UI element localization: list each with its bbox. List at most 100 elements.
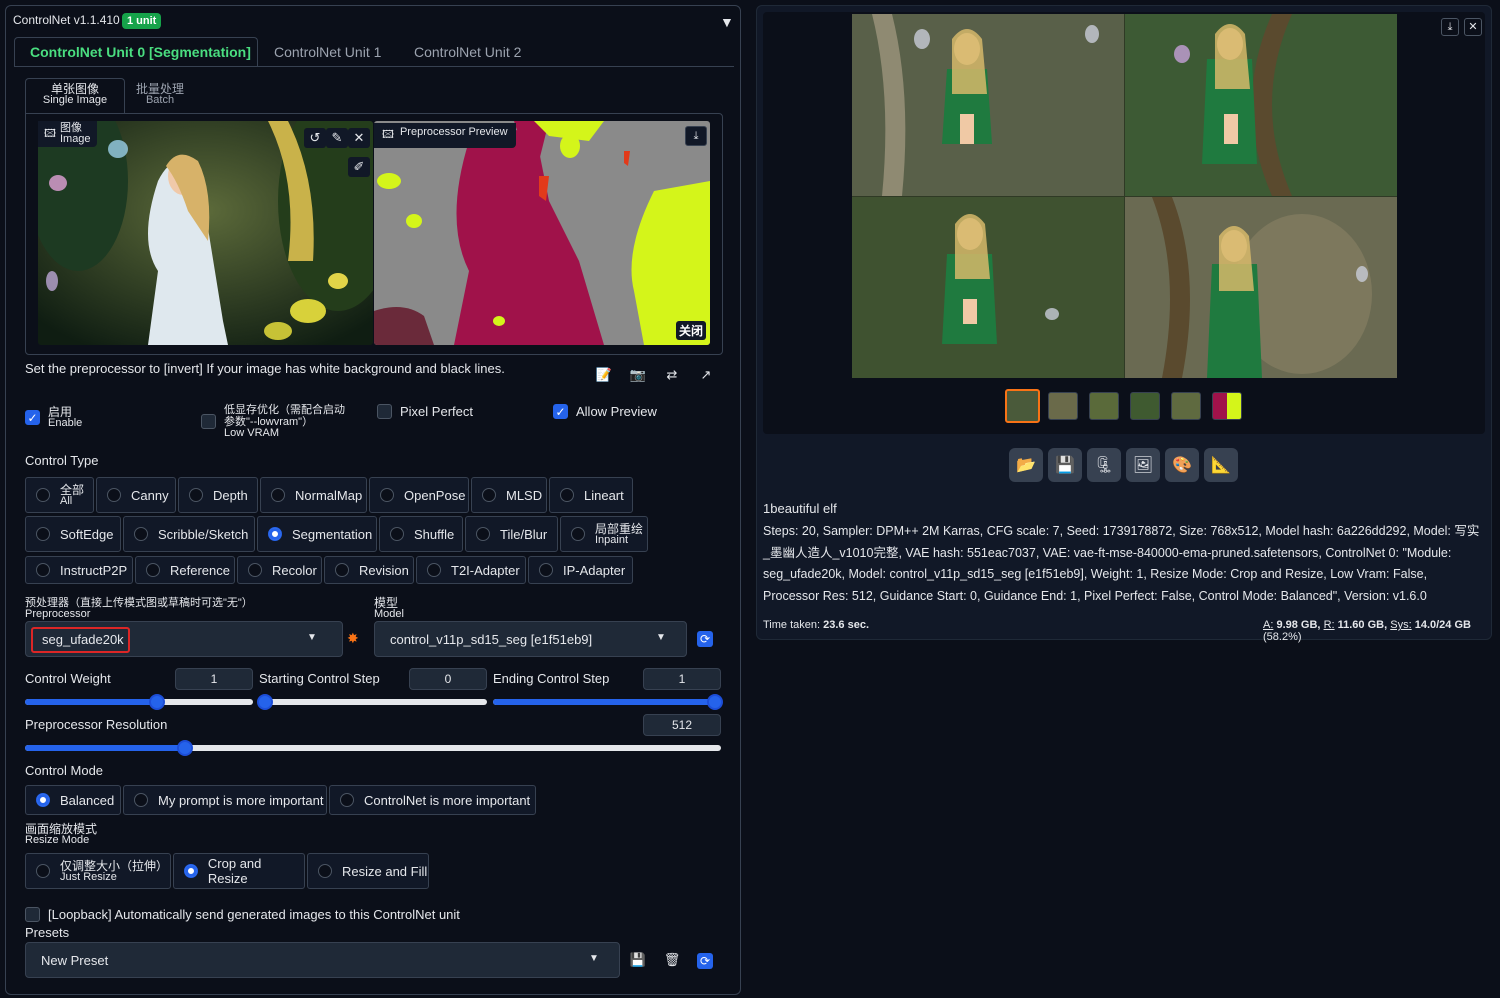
camera-icon[interactable]: 📷: [627, 365, 649, 385]
control-type-normalmap[interactable]: NormalMap: [260, 477, 367, 513]
lowvram-checkbox[interactable]: 低显存优化（需配合启动参数"--lowvram"） Low VRAM: [201, 404, 354, 439]
run-preprocessor-icon[interactable]: ✸: [347, 630, 359, 647]
scribble-label: Scribble/Sketch: [158, 526, 249, 542]
control-mode-balanced[interactable]: Balanced: [25, 785, 121, 815]
subtab-single-image[interactable]: 单张图像 Single Image: [25, 78, 125, 114]
resize-mode-crop[interactable]: Crop and Resize: [173, 853, 305, 889]
chevron-down-icon: ▼: [307, 632, 317, 643]
clear-image-icon[interactable]: ✕: [348, 128, 370, 148]
model-dropdown[interactable]: control_v11p_sd15_seg [e1f51eb9] ▼: [374, 621, 687, 657]
control-type-canny[interactable]: Canny: [96, 477, 176, 513]
starting-step-slider[interactable]: [257, 694, 487, 710]
control-type-lineart[interactable]: Lineart: [549, 477, 633, 513]
preprocessor-dropdown[interactable]: seg_ufade20k ▼: [25, 621, 343, 657]
enable-en: Enable: [48, 417, 83, 429]
save-preset-icon[interactable]: 💾: [627, 950, 649, 970]
pixel-perfect-checkbox[interactable]: Pixel Perfect: [377, 404, 473, 419]
preproc-res-slider[interactable]: [25, 740, 721, 756]
subtab-batch[interactable]: 批量处理 Batch: [136, 83, 184, 106]
image-icon: 🖾: [382, 129, 394, 141]
control-type-ip-adapter[interactable]: IP-Adapter: [528, 556, 633, 584]
notes-icon[interactable]: 📝: [593, 365, 615, 385]
thumbnail-2[interactable]: [1048, 392, 1078, 420]
rotate-icon[interactable]: ↺: [304, 128, 326, 148]
ending-step-input[interactable]: 1: [643, 668, 721, 690]
tab-unit-1[interactable]: ControlNet Unit 1: [274, 44, 381, 60]
control-type-mlsd[interactable]: MLSD: [471, 477, 547, 513]
send-dimensions-icon[interactable]: ↗: [695, 365, 717, 385]
download-icon[interactable]: ⤓: [1441, 18, 1459, 36]
enable-checkbox[interactable]: ✓ 启用 Enable: [25, 406, 82, 429]
control-mode-controlnet[interactable]: ControlNet is more important: [329, 785, 536, 815]
thumbnail-6[interactable]: [1212, 392, 1242, 420]
collapse-arrow-icon[interactable]: ▼: [720, 14, 734, 30]
preprocessor-en: Preprocessor: [25, 608, 91, 620]
send-to-inpaint-icon[interactable]: 🎨: [1165, 448, 1199, 482]
save-icon[interactable]: 💾: [1048, 448, 1082, 482]
starting-step-input[interactable]: 0: [409, 668, 487, 690]
check-icon: ✓: [553, 404, 568, 419]
thumbnail-5[interactable]: [1171, 392, 1201, 420]
control-type-inpaint[interactable]: 局部重绘 Inpaint: [560, 516, 648, 552]
preprocessor-preview-canvas: [374, 121, 710, 345]
control-type-shuffle[interactable]: Shuffle: [379, 516, 463, 552]
brush-icon[interactable]: ✐: [348, 157, 370, 177]
control-type-softedge[interactable]: SoftEdge: [25, 516, 121, 552]
send-to-extras-icon[interactable]: 📐: [1204, 448, 1238, 482]
control-mode-prompt[interactable]: My prompt is more important: [123, 785, 327, 815]
thumbnail-4[interactable]: [1130, 392, 1160, 420]
control-weight-input[interactable]: 1: [175, 668, 253, 690]
thumbnail-1[interactable]: [1005, 389, 1040, 423]
preprocessor-value: seg_ufade20k: [42, 632, 124, 647]
delete-preset-icon[interactable]: 🗑: [661, 950, 683, 970]
edit-icon[interactable]: ✎: [326, 128, 348, 148]
model-label: 模型 Model: [374, 597, 404, 620]
control-type-all[interactable]: 全部 All: [25, 477, 94, 513]
resize-mode-just-resize[interactable]: 仅调整大小（拉伸） Just Resize: [25, 853, 171, 889]
resize-mode-fill[interactable]: Resize and Fill: [307, 853, 429, 889]
just-resize-zh: 仅调整大小（拉伸）: [60, 858, 169, 873]
just-resize-en: Just Resize: [60, 870, 117, 883]
swap-icon[interactable]: ⇄: [661, 365, 683, 385]
inpaint-en: Inpaint: [595, 533, 629, 546]
send-to-img2img-icon[interactable]: 🖼: [1126, 448, 1160, 482]
tab-unit-0[interactable]: ControlNet Unit 0 [Segmentation]: [14, 37, 258, 67]
prompt-text: 1beautiful elf: [763, 501, 837, 516]
control-type-depth[interactable]: Depth: [178, 477, 258, 513]
input-image-canvas[interactable]: [38, 121, 373, 345]
control-type-t2i-adapter[interactable]: T2I-Adapter: [416, 556, 526, 584]
control-type-tile[interactable]: Tile/Blur: [465, 516, 558, 552]
refresh-models-icon[interactable]: ⟳: [697, 631, 713, 647]
preproc-res-input[interactable]: 512: [643, 714, 721, 736]
zip-icon[interactable]: 🗜: [1087, 448, 1121, 482]
slider-handle[interactable]: [149, 694, 166, 710]
recolor-label: Recolor: [272, 562, 317, 578]
control-type-scribble[interactable]: Scribble/Sketch: [123, 516, 255, 552]
allow-preview-checkbox[interactable]: ✓ Allow Preview: [553, 404, 657, 419]
ending-step-slider[interactable]: [493, 694, 723, 710]
control-type-openpose[interactable]: OpenPose: [369, 477, 469, 513]
open-folder-icon[interactable]: 📂: [1009, 448, 1043, 482]
subtab-single-en: Single Image: [42, 94, 108, 106]
tab-unit-2[interactable]: ControlNet Unit 2: [414, 44, 521, 60]
control-type-segmentation[interactable]: Segmentation: [257, 516, 377, 552]
close-preview-button[interactable]: 关闭: [676, 321, 707, 340]
control-weight-slider[interactable]: [25, 694, 253, 710]
control-type-reference[interactable]: Reference: [135, 556, 235, 584]
control-type-recolor[interactable]: Recolor: [237, 556, 322, 584]
subtab-batch-en: Batch: [145, 94, 175, 106]
slider-handle[interactable]: [177, 740, 194, 756]
generation-params: Steps: 20, Sampler: DPM++ 2M Karras, CFG…: [763, 524, 1480, 603]
close-icon[interactable]: ✕: [1464, 18, 1482, 36]
result-image-grid[interactable]: [852, 14, 1397, 378]
control-type-revision[interactable]: Revision: [324, 556, 414, 584]
slider-handle[interactable]: [707, 694, 723, 710]
thumbnail-3[interactable]: [1089, 392, 1119, 420]
presets-dropdown[interactable]: New Preset ▼: [25, 942, 620, 978]
control-type-instructp2p[interactable]: InstructP2P: [25, 556, 133, 584]
download-icon[interactable]: ⤓: [685, 126, 707, 146]
loopback-checkbox[interactable]: [Loopback] Automatically send generated …: [25, 907, 460, 922]
slider-handle[interactable]: [257, 694, 273, 710]
refresh-presets-icon[interactable]: ⟳: [697, 953, 713, 969]
all-en: All: [60, 494, 73, 507]
